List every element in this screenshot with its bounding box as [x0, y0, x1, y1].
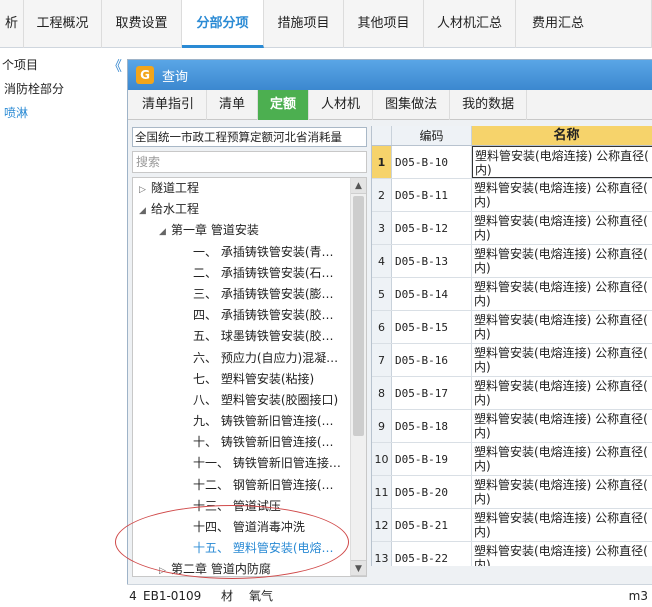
collapse-arrow-icon[interactable]: ◢ [139, 201, 151, 222]
query-dialog: G 查询 清单指引 清单 定额 人材机 图集做法 我的数据 全国统一市政工程预算… [127, 59, 652, 607]
table-row[interactable]: 9 D05-B-18 塑料管安装(电熔连接) 公称直径(内) [372, 410, 652, 443]
tree-node[interactable]: ▷ 隧道工程 [133, 178, 366, 199]
resource-name: 氧气 [249, 589, 274, 603]
tree-leaf[interactable]: 十、 铸铁管新旧管连接(… [133, 432, 366, 453]
column-header-code[interactable]: 编码 [392, 126, 472, 145]
double-chevron-left-icon[interactable]: 《 [108, 56, 122, 76]
table-row[interactable]: 5 D05-B-14 塑料管安装(电熔连接) 公称直径(内) [372, 278, 652, 311]
tab-project-overview[interactable]: 工程概况 [24, 0, 102, 48]
tree-node[interactable]: ◢ 第一章 管道安装 [133, 220, 366, 241]
tab-sub-items[interactable]: 分部分项 [182, 0, 264, 48]
resource-code: EB1-0109 [143, 589, 202, 603]
tree-leaf[interactable]: 十四、 管道消毒冲洗 [133, 517, 366, 538]
quota-chapter-tree: ▷ 隧道工程 ◢ 给水工程 ◢ 第一章 管道安装 一、 承插铸铁管安装(青… 二、 承… [132, 177, 367, 577]
quota-results-grid: 编码 名称 1 D05-B-10 塑料管安装(电熔连接) 公称直径(内) 2 D05-… [371, 126, 652, 566]
table-row[interactable]: 7 D05-B-16 塑料管安装(电熔连接) 公称直径(内) [372, 344, 652, 377]
resource-table-row[interactable]: 4 EB1-0109 材 氧气 m3 [127, 584, 652, 607]
table-row[interactable]: 4 D05-B-13 塑料管安装(电熔连接) 公称直径(内) [372, 245, 652, 278]
collapse-arrow-icon[interactable]: ◢ [159, 222, 171, 243]
grid-header: 编码 名称 [372, 126, 652, 146]
table-row[interactable]: 6 D05-B-15 塑料管安装(电熔连接) 公称直径(内) [372, 311, 652, 344]
main-tab-bar: 析 工程概况 取费设置 分部分项 措施项目 其他项目 人材机汇总 费用汇总 [0, 0, 652, 48]
row-index: 4 [129, 589, 137, 603]
table-row[interactable]: 8 D05-B-17 塑料管安装(电熔连接) 公称直径(内) [372, 377, 652, 410]
tab-measures[interactable]: 措施项目 [264, 0, 344, 48]
scroll-up-icon[interactable]: ▲ [351, 178, 366, 194]
tab-atlas-method[interactable]: 图集做法 [373, 90, 451, 120]
tree-leaf[interactable]: 九、 铸铁管新旧管连接(… [133, 411, 366, 432]
tree-leaf[interactable]: 四、 承插铸铁管安装(胶… [133, 305, 366, 326]
dialog-title-bar[interactable]: G 查询 [128, 60, 652, 90]
dialog-tab-bar: 清单指引 清单 定额 人材机 图集做法 我的数据 [128, 90, 652, 120]
table-row[interactable]: 2 D05-B-11 塑料管安装(电熔连接) 公称直径(内) [372, 179, 652, 212]
tree-leaf[interactable]: 六、 预应力(自应力)混凝… [133, 348, 366, 369]
tree-leaf[interactable]: 七、 塑料管安装(粘接) [133, 369, 366, 390]
scroll-down-icon[interactable]: ▼ [351, 560, 366, 576]
tab-analysis[interactable]: 析 [0, 0, 24, 48]
tab-fee-settings[interactable]: 取费设置 [102, 0, 182, 48]
tab-other-items[interactable]: 其他项目 [344, 0, 424, 48]
app-logo-icon: G [136, 66, 154, 84]
quota-database-select[interactable]: 全国统一市政工程预算定额河北省消耗量 [132, 127, 367, 147]
resource-type: 材 [221, 589, 234, 603]
tree-leaf[interactable]: 五、 球墨铸铁管安装(胶… [133, 326, 366, 347]
tab-labor-material[interactable]: 人材机 [309, 90, 374, 120]
expand-arrow-icon[interactable]: ▷ [139, 180, 151, 201]
column-header-name[interactable]: 名称 [472, 126, 652, 145]
project-tree-item[interactable]: 消防栓部分 [0, 77, 128, 101]
tab-bill-guide[interactable]: 清单指引 [130, 90, 208, 120]
tree-leaf[interactable]: 一、 承插铸铁管安装(青… [133, 242, 366, 263]
tree-leaf[interactable]: 十二、 钢管新旧管连接(… [133, 475, 366, 496]
project-tree-panel: 个项目 消防栓部分 喷淋 [0, 49, 128, 607]
table-row[interactable]: 12 D05-B-21 塑料管安装(电熔连接) 公称直径(内) [372, 509, 652, 542]
tree-node[interactable]: ◢ 给水工程 [133, 199, 366, 220]
tree-leaf-selected[interactable]: 十五、 塑料管安装(电熔… [133, 538, 366, 559]
tab-bill[interactable]: 清单 [207, 90, 259, 120]
resource-unit: m3 [628, 589, 648, 603]
table-row[interactable]: 11 D05-B-20 塑料管安装(电熔连接) 公称直径(内) [372, 476, 652, 509]
search-input[interactable] [132, 151, 367, 173]
table-row[interactable]: 1 D05-B-10 塑料管安装(电熔连接) 公称直径(内) [372, 146, 652, 179]
tree-scrollbar[interactable]: ▲ ▼ [350, 178, 366, 576]
tab-fee-summary[interactable]: 费用汇总 [516, 0, 652, 48]
scrollbar-thumb[interactable] [353, 196, 364, 436]
expand-arrow-icon[interactable]: ▷ [159, 561, 171, 576]
table-row[interactable]: 10 D05-B-19 塑料管安装(电熔连接) 公称直径(内) [372, 443, 652, 476]
tab-labor-material-summary[interactable]: 人材机汇总 [424, 0, 516, 48]
tree-leaf[interactable]: 十一、 铸铁管新旧管连接… [133, 453, 366, 474]
table-row[interactable]: 13 D05-B-22 塑料管安装(电熔连接) 公称直径(内) [372, 542, 652, 566]
tree-leaf[interactable]: 八、 塑料管安装(胶圈接口) [133, 390, 366, 411]
tree-leaf[interactable]: 二、 承插铸铁管安装(石… [133, 263, 366, 284]
tree-leaf[interactable]: 三、 承插铸铁管安装(膨… [133, 284, 366, 305]
table-row[interactable]: 3 D05-B-12 塑料管安装(电熔连接) 公称直径(内) [372, 212, 652, 245]
row-number-header [372, 126, 392, 145]
tree-node[interactable]: ▷ 第二章 管道内防腐 [133, 559, 366, 576]
project-tree-item-selected[interactable]: 喷淋 [0, 101, 128, 125]
tab-quota[interactable]: 定额 [258, 90, 310, 120]
dialog-title: 查询 [162, 69, 189, 85]
tab-my-data[interactable]: 我的数据 [450, 90, 528, 120]
app-window: 析 工程概况 取费设置 分部分项 措施项目 其他项目 人材机汇总 费用汇总 个项… [0, 0, 652, 607]
tree-leaf[interactable]: 十三、 管道试压 [133, 496, 366, 517]
